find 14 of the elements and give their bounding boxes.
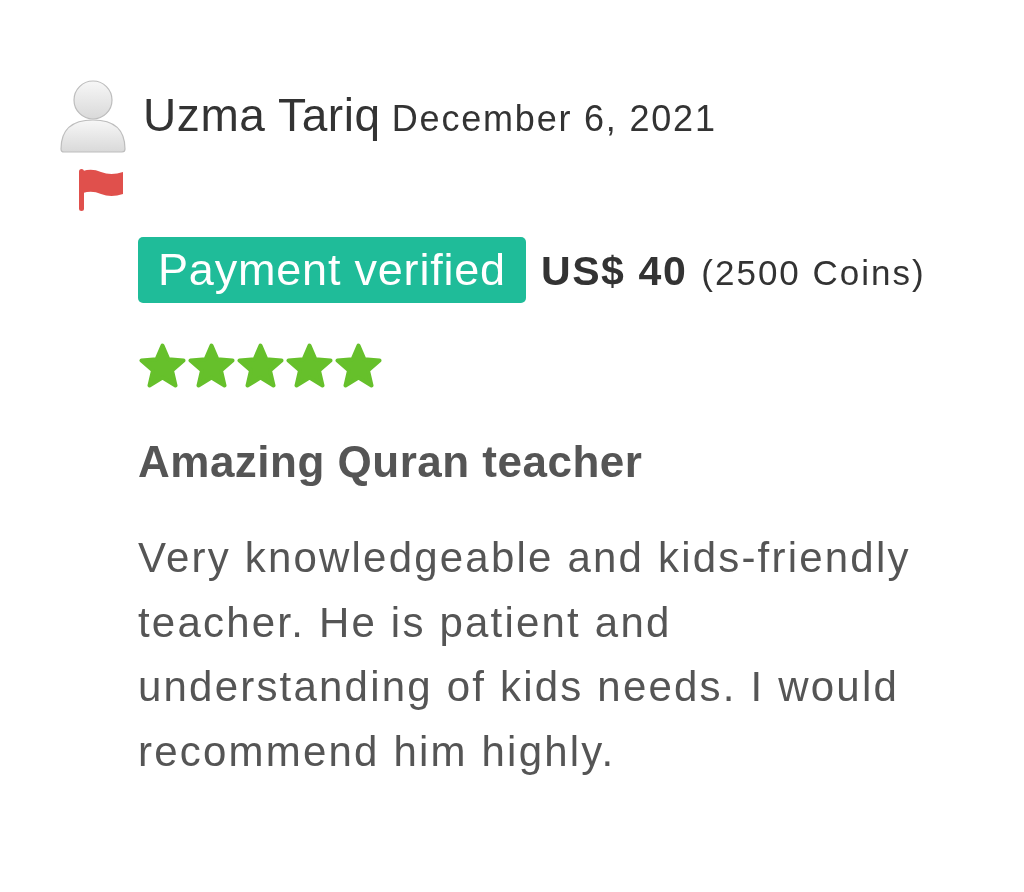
payment-verified-badge: Payment verified xyxy=(138,237,526,303)
star-icon xyxy=(236,343,285,389)
flag-icon[interactable] xyxy=(78,168,124,212)
star-icon xyxy=(187,343,236,389)
star-icon xyxy=(334,343,383,389)
review-text: Very knowledgeable and kids-friendly teacher. He is patient and understanding of kids needs. I would recommend him highly. xyxy=(138,533,912,777)
review-date: December 6, 2021 xyxy=(391,98,717,140)
review-title: Amazing Quran teacher xyxy=(138,437,644,487)
avatar-icon xyxy=(60,80,126,153)
star-icon xyxy=(138,343,187,389)
star-icon xyxy=(285,343,334,389)
coins-amount: (2500 Coins) xyxy=(701,253,926,293)
reviewer-name: Uzma Tariq xyxy=(143,88,381,142)
payment-amount: US$ 40 xyxy=(540,248,688,295)
